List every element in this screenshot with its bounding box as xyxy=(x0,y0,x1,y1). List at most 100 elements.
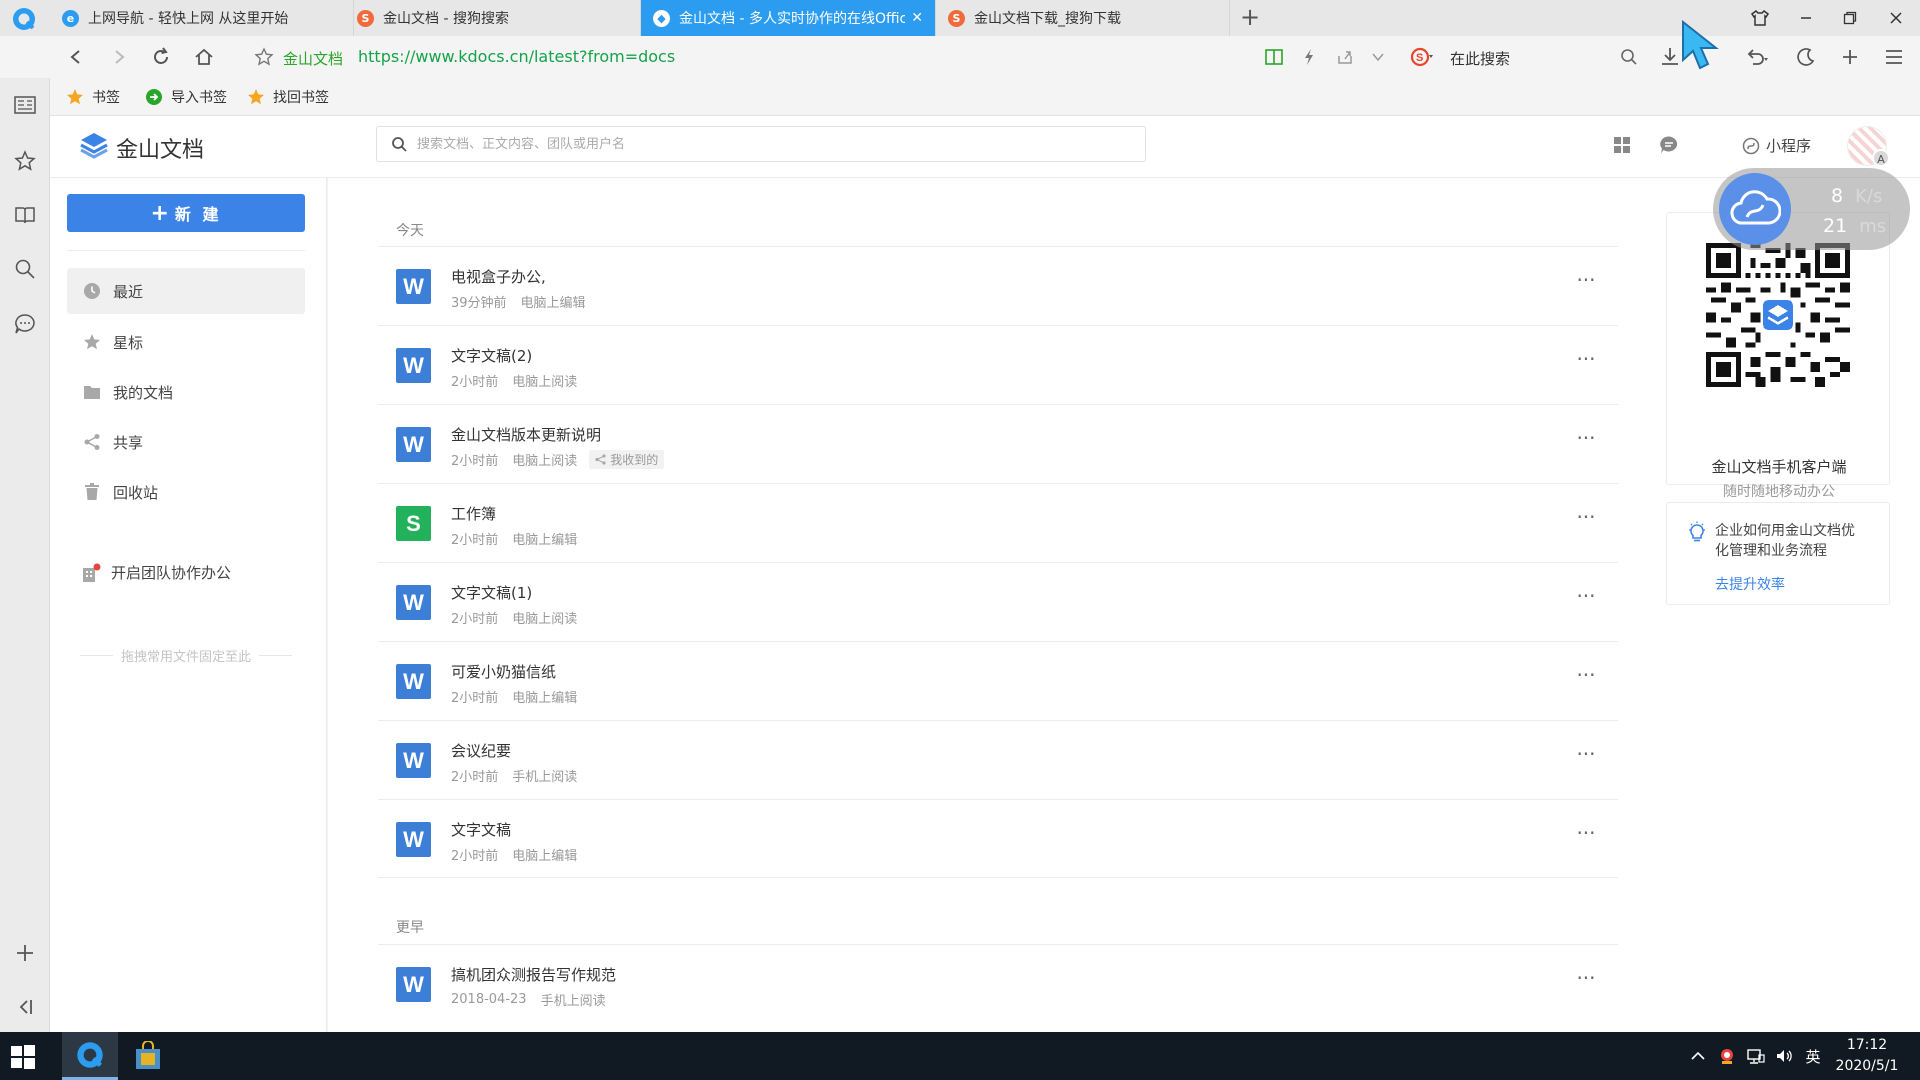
clock-date[interactable]: 2020/5/1 xyxy=(1827,1058,1907,1074)
file-row[interactable]: S 工作簿 2小时前 电脑上编辑 ··· xyxy=(378,483,1618,562)
close-window-icon[interactable] xyxy=(1884,6,1908,30)
url-field[interactable]: https://www.kdocs.cn/latest?from=docs xyxy=(358,47,675,66)
windows-start-icon[interactable] xyxy=(10,1044,36,1070)
tray-chevron-up-icon[interactable] xyxy=(1688,1046,1708,1066)
download-icon[interactable] xyxy=(1658,45,1682,69)
collapse-panel-icon[interactable] xyxy=(12,994,38,1020)
bookmark-item-import[interactable]: 导入书签 xyxy=(145,87,227,107)
share-page-icon[interactable] xyxy=(1333,45,1357,69)
new-document-button[interactable]: + 新 建 xyxy=(67,194,305,232)
more-options-icon[interactable]: ··· xyxy=(1574,270,1598,293)
word-doc-icon: W xyxy=(396,348,431,383)
mini-program-button[interactable]: 小程序 xyxy=(1742,135,1811,156)
browser-search-field[interactable]: 在此搜索 xyxy=(1450,48,1510,69)
file-row[interactable]: W 文字文稿(1) 2小时前 电脑上阅读 ··· xyxy=(378,562,1618,641)
more-options-icon[interactable]: ··· xyxy=(1574,968,1598,991)
file-row[interactable]: W 电视盒子办公, 39分钟前 电脑上编辑 ··· xyxy=(378,246,1618,325)
undo-close-icon[interactable] xyxy=(1745,45,1769,69)
sidebar-item-my-docs[interactable]: 我的文档 xyxy=(67,369,305,415)
shirt-skin-icon[interactable] xyxy=(1748,6,1772,30)
add-icon[interactable] xyxy=(1838,45,1862,69)
received-share-badge: 我收到的 xyxy=(589,450,665,469)
night-mode-moon-icon[interactable] xyxy=(1794,45,1818,69)
message-icon[interactable] xyxy=(1658,134,1680,156)
file-meta: 2小时前 电脑上编辑 xyxy=(451,845,577,864)
file-name[interactable]: 可爱小奶猫信纸 xyxy=(451,661,556,682)
forward-icon[interactable] xyxy=(107,45,131,69)
home-icon[interactable] xyxy=(192,45,216,69)
ime-indicator[interactable]: 英 xyxy=(1803,1046,1823,1066)
file-name[interactable]: 工作簿 xyxy=(451,503,496,524)
more-options-icon[interactable]: ··· xyxy=(1574,665,1598,688)
bookmark-item-recover[interactable]: 找回书签 xyxy=(247,87,329,107)
team-collab-link[interactable]: 开启团队协作办公 xyxy=(81,562,231,583)
sidebar-item-shared[interactable]: 共享 xyxy=(67,419,305,465)
sidebar-item-trash[interactable]: 回收站 xyxy=(67,469,305,515)
doc-search-input[interactable] xyxy=(417,127,1127,161)
file-row[interactable]: W 会议纪要 2小时前 手机上阅读 ··· xyxy=(378,720,1618,799)
file-row[interactable]: W 文字文稿(2) 2小时前 电脑上阅读 ··· xyxy=(378,325,1618,404)
file-name[interactable]: 文字文稿 xyxy=(451,819,511,840)
sidebar-item-starred[interactable]: 星标 xyxy=(67,319,305,365)
chat-bubble-icon[interactable] xyxy=(12,311,38,337)
news-icon[interactable] xyxy=(12,92,38,118)
file-name[interactable]: 搞机团众测报告写作规范 xyxy=(451,964,616,985)
taskbar-browser-icon[interactable] xyxy=(62,1032,118,1080)
tray-app-icon[interactable] xyxy=(1717,1046,1737,1066)
tab-kdocs-active[interactable]: ◆ 金山文档 - 多人实时协作的在线Offic ✕ xyxy=(641,0,936,36)
more-options-icon[interactable]: ··· xyxy=(1574,744,1598,767)
reader-mode-icon[interactable] xyxy=(1262,45,1286,69)
more-options-icon[interactable]: ··· xyxy=(1574,507,1598,530)
net-speed-readout: 8 K/s xyxy=(1831,185,1882,207)
file-name[interactable]: 文字文稿(1) xyxy=(451,582,532,603)
taskbar-store-icon[interactable] xyxy=(120,1032,176,1080)
volume-icon[interactable] xyxy=(1774,1046,1794,1066)
file-row[interactable]: W 文字文稿 2小时前 电脑上编辑 ··· xyxy=(378,799,1618,878)
add-panel-icon[interactable] xyxy=(12,940,38,966)
minimize-icon[interactable] xyxy=(1794,6,1818,30)
file-time: 2018-04-23 xyxy=(451,992,527,1007)
close-tab-icon[interactable]: ✕ xyxy=(905,10,923,26)
file-row[interactable]: W 可爱小奶猫信纸 2小时前 电脑上编辑 ··· xyxy=(378,641,1618,720)
file-name[interactable]: 会议纪要 xyxy=(451,740,511,761)
bookmark-item-bookmarks[interactable]: 书签 xyxy=(66,87,120,107)
lightning-icon[interactable] xyxy=(1297,45,1321,69)
file-name[interactable]: 电视盒子办公, xyxy=(451,266,546,287)
apps-grid-icon[interactable] xyxy=(1611,134,1633,156)
sidebar-item-recent[interactable]: 最近 xyxy=(67,268,305,314)
sogou-search-engine-icon[interactable]: S xyxy=(1410,45,1434,69)
efficiency-tip-card: 企业如何用金山文档优化管理和业务流程 去提升效率 xyxy=(1666,502,1890,605)
file-row[interactable]: W 搞机团众测报告写作规范 2018-04-23 手机上阅读 ··· xyxy=(378,944,1618,1023)
more-options-icon[interactable]: ··· xyxy=(1574,586,1598,609)
browser-logo-icon[interactable] xyxy=(8,7,40,31)
tab-sogou-download[interactable]: S 金山文档下载_搜狗下载 xyxy=(936,0,1230,36)
new-tab-button[interactable]: + xyxy=(1236,4,1264,32)
search-icon[interactable] xyxy=(1617,45,1641,69)
avatar-badge: A xyxy=(1872,149,1890,167)
more-options-icon[interactable]: ··· xyxy=(1574,823,1598,846)
refresh-icon[interactable] xyxy=(149,45,173,69)
bookmark-star-icon[interactable] xyxy=(252,45,276,69)
file-name[interactable]: 文字文稿(2) xyxy=(451,345,532,366)
file-name[interactable]: 金山文档版本更新说明 xyxy=(451,424,601,445)
favorites-star-icon[interactable] xyxy=(12,148,38,174)
more-options-icon[interactable]: ··· xyxy=(1574,428,1598,451)
file-row[interactable]: W 金山文档版本更新说明 2小时前 电脑上阅读 我收到的 ··· xyxy=(378,404,1618,483)
reading-book-icon[interactable] xyxy=(12,202,38,228)
restore-icon[interactable] xyxy=(1838,6,1862,30)
tab-sogou-search[interactable]: S 金山文档 - 搜狗搜索 xyxy=(345,0,641,36)
network-icon[interactable] xyxy=(1746,1046,1766,1066)
kdocs-logo-icon[interactable] xyxy=(78,130,110,162)
clock-time[interactable]: 17:12 xyxy=(1837,1037,1897,1053)
mobile-app-qr-card[interactable]: 金山文档手机客户端 随时随地移动办公 xyxy=(1666,212,1890,500)
user-avatar[interactable]: A xyxy=(1847,126,1890,167)
search-icon[interactable] xyxy=(12,256,38,282)
improve-efficiency-link[interactable]: 去提升效率 xyxy=(1715,574,1785,594)
more-options-icon[interactable]: ··· xyxy=(1574,349,1598,372)
menu-icon[interactable] xyxy=(1882,45,1906,69)
back-icon[interactable] xyxy=(64,45,88,69)
network-speed-widget[interactable]: 8 K/s 21 ms xyxy=(1713,168,1910,250)
tab-navigation[interactable]: e 上网导航 - 轻快上网 从这里开始 xyxy=(50,0,354,36)
chevron-down-icon[interactable] xyxy=(1366,45,1390,69)
bookmark-label: 导入书签 xyxy=(171,90,227,106)
